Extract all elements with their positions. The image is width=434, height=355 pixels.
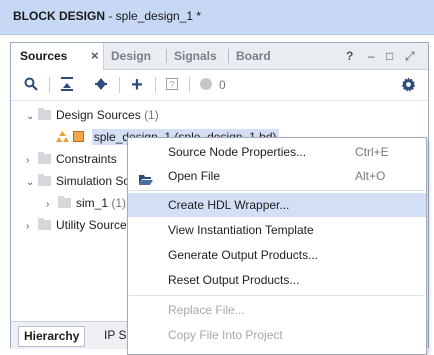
expand-all-icon[interactable] (93, 77, 109, 93)
folder-icon (38, 218, 51, 230)
tree-node-sim-1[interactable]: › sim_1 (1) (46, 192, 126, 214)
tab-sources[interactable]: Sources × (11, 43, 104, 70)
block-design-icon (73, 131, 85, 142)
menu-item-view-instantiation-template[interactable]: View Instantiation Template (128, 218, 426, 242)
tree-node-design-sources[interactable]: ⌄ Design Sources (1) (26, 104, 159, 126)
menu-item-generate-output-products[interactable]: Generate Output Products... (128, 243, 426, 267)
chevron-down-icon[interactable]: ⌄ (26, 172, 38, 194)
sources-toolbar: + ? 0 (11, 70, 428, 101)
tab-hierarchy[interactable]: Hierarchy (18, 326, 86, 347)
tab-design[interactable]: Design (111, 43, 151, 69)
folder-icon (58, 196, 71, 208)
add-sources-icon[interactable]: + (129, 75, 145, 95)
folder-icon (38, 152, 51, 164)
menu-item-open-file[interactable]: Open File Alt+O (128, 164, 426, 188)
messages-count: 0 (219, 78, 226, 92)
hierarchy-icon (56, 128, 70, 150)
folder-icon (38, 174, 51, 186)
menu-item-copy-file-into-project: Copy File Into Project (168, 328, 283, 342)
svg-text:?: ? (170, 80, 175, 90)
tab-signals[interactable]: Signals (174, 43, 217, 69)
block-design-title-bar: BLOCK DESIGN - sple_design_1 * (0, 0, 434, 35)
properties-icon[interactable]: ? (164, 77, 180, 93)
chevron-right-icon[interactable]: › (26, 150, 38, 172)
collapse-all-icon[interactable] (59, 77, 75, 93)
restore-icon[interactable]: □ (386, 43, 393, 69)
tree-node-constraints[interactable]: › Constraints (26, 148, 117, 170)
panel-tab-bar: Sources × Design Signals Board ? – □ ⤢ (11, 43, 428, 70)
minimize-icon[interactable]: – (368, 43, 375, 69)
chevron-right-icon[interactable]: › (26, 216, 38, 238)
context-menu: Source Node Properties... Ctrl+E Open Fil… (127, 137, 427, 355)
tree-node-utility-sources[interactable]: › Utility Sources (26, 214, 133, 236)
maximize-icon[interactable]: ⤢ (405, 43, 415, 69)
chevron-right-icon[interactable]: › (46, 194, 58, 216)
close-icon[interactable]: × (91, 43, 99, 69)
folder-icon (38, 108, 51, 120)
gear-icon[interactable] (400, 77, 416, 93)
chevron-down-icon[interactable]: ⌄ (26, 106, 38, 128)
tab-board[interactable]: Board (236, 43, 271, 69)
window-title: BLOCK DESIGN - sple_design_1 * (13, 9, 202, 23)
status-circle-icon (198, 77, 214, 93)
menu-item-source-node-properties[interactable]: Source Node Properties... Ctrl+E (128, 140, 426, 164)
menu-item-replace-file: Replace File... (168, 303, 245, 317)
menu-item-create-hdl-wrapper[interactable]: Create HDL Wrapper... (128, 193, 426, 217)
help-icon[interactable]: ? (346, 43, 353, 69)
search-icon[interactable] (23, 77, 39, 93)
menu-item-reset-output-products[interactable]: Reset Output Products... (128, 268, 426, 292)
